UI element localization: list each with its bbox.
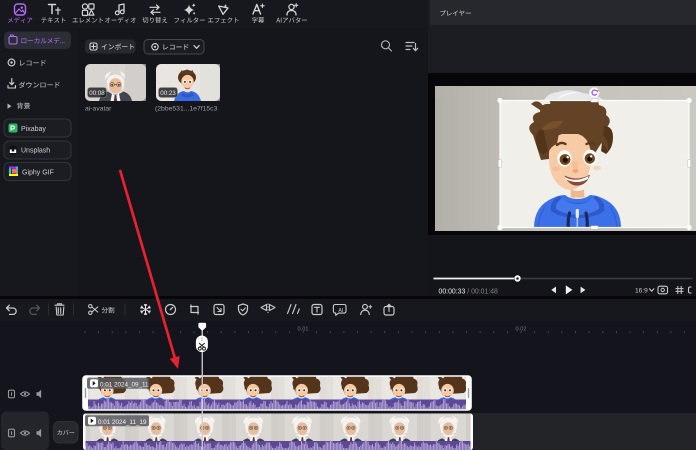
svg-text:0:01 2024_09_11: 0:01 2024_09_11 [100,381,149,388]
svg-text:ai-avatar: ai-avatar [85,106,112,113]
svg-text:00:08: 00:08 [89,90,105,97]
svg-text:Giphy GIF: Giphy GIF [22,170,54,177]
svg-text:00:23: 00:23 [160,90,176,97]
svg-text:Pixabay: Pixabay [21,126,46,133]
svg-text:Unsplash: Unsplash [21,148,50,155]
svg-text:0.02: 0.02 [516,327,527,333]
svg-text:00:00:33 / 00:01:48: 00:00:33 / 00:01:48 [439,288,499,295]
svg-text:0.01: 0.01 [298,327,309,333]
svg-text:0:01 2024_11_19: 0:01 2024_11_19 [98,419,147,426]
svg-text:(2bbe531...1e7f15c3: (2bbe531...1e7f15c3 [155,106,218,113]
svg-text:16:9: 16:9 [635,288,648,295]
svg-text:AI: AI [338,308,343,314]
